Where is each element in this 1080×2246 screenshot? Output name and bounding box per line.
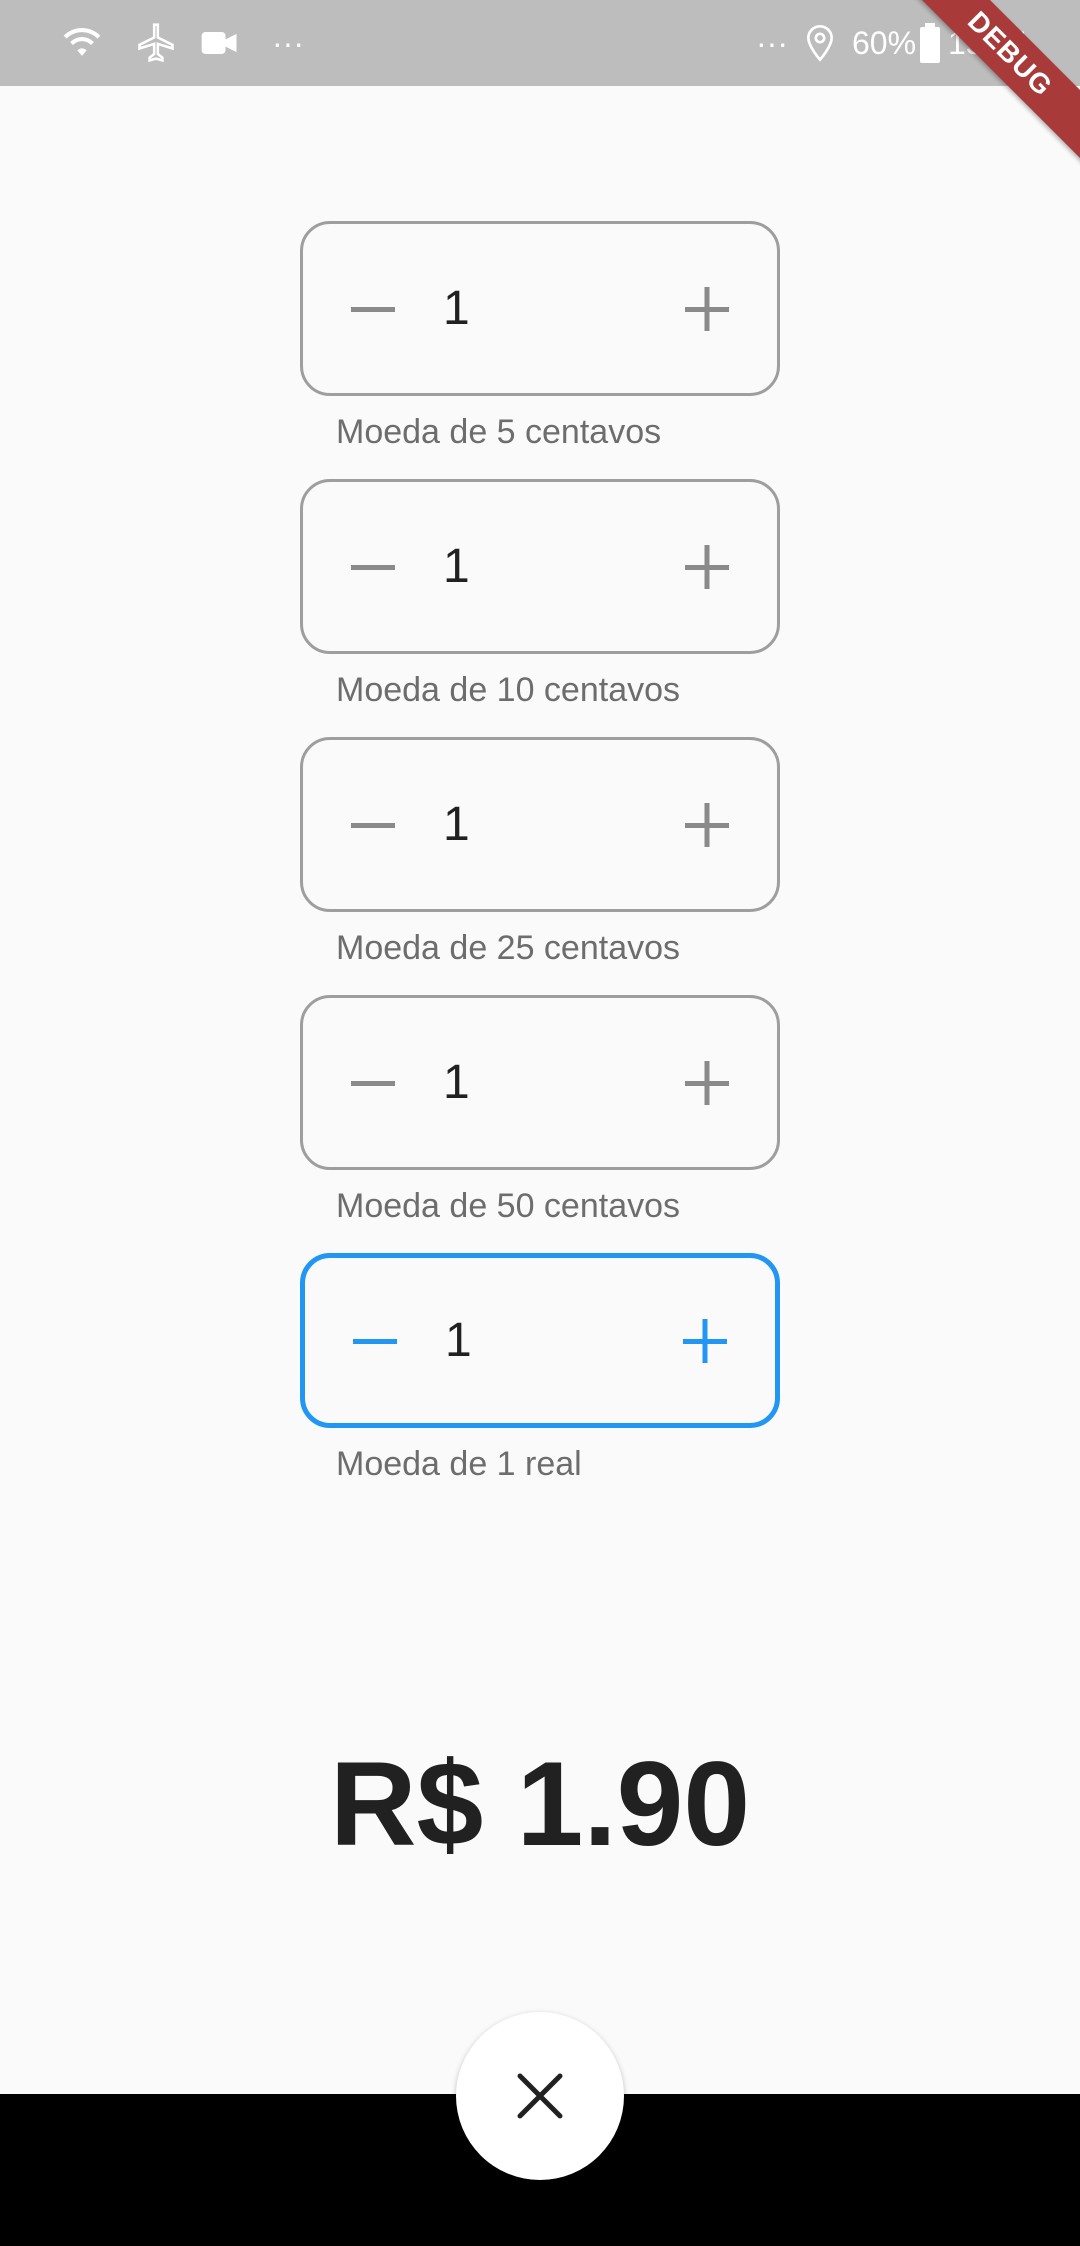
minus-icon [351, 306, 395, 312]
clear-button[interactable] [456, 2012, 624, 2180]
plus-icon [685, 544, 729, 589]
total-amount: R$ 1.90 [329, 1737, 751, 1871]
video-icon [198, 0, 242, 86]
plus-icon [685, 286, 729, 331]
quantity-stepper[interactable]: 1 [300, 479, 780, 654]
increment-button[interactable] [657, 482, 757, 651]
decrement-button[interactable] [323, 482, 423, 651]
increment-button[interactable] [657, 740, 757, 909]
more-icon: ··· [272, 24, 304, 61]
counter-label: Moeda de 25 centavos [336, 929, 681, 967]
quantity-stepper[interactable]: 1 [300, 221, 780, 396]
counter-label: Moeda de 10 centavos [336, 671, 681, 709]
plus-icon [683, 1318, 727, 1363]
quantity-stepper[interactable]: 1 [300, 995, 780, 1170]
decrement-button[interactable] [323, 998, 423, 1167]
decrement-button[interactable] [323, 740, 423, 909]
quantity-value[interactable]: 1 [443, 224, 470, 393]
increment-button[interactable] [657, 224, 757, 393]
quantity-stepper[interactable]: 1 [300, 1253, 780, 1428]
increment-button[interactable] [657, 998, 757, 1167]
minus-icon [351, 822, 395, 828]
quantity-value[interactable]: 1 [445, 1258, 472, 1423]
counter-label: Moeda de 50 centavos [336, 1187, 681, 1225]
quantity-value[interactable]: 1 [443, 740, 470, 909]
counter-label: Moeda de 1 real [336, 1445, 582, 1483]
close-icon [517, 2073, 563, 2119]
plus-icon [685, 802, 729, 847]
plus-icon [685, 1060, 729, 1105]
more-icon: ··· [756, 24, 788, 61]
decrement-button[interactable] [323, 224, 423, 393]
minus-icon [353, 1338, 397, 1344]
increment-button[interactable] [655, 1258, 755, 1423]
airplane-icon [134, 0, 178, 86]
status-bar: ··· ··· 60% 15:04 DEBUG [0, 0, 1080, 170]
quantity-value[interactable]: 1 [443, 998, 470, 1167]
location-icon [800, 0, 840, 86]
battery-percent: 60% [852, 24, 917, 61]
counter-label: Moeda de 5 centavos [336, 413, 662, 451]
minus-icon [351, 1080, 395, 1086]
wifi-icon [60, 0, 104, 86]
quantity-value[interactable]: 1 [443, 482, 470, 651]
quantity-stepper[interactable]: 1 [300, 737, 780, 912]
minus-icon [351, 564, 395, 570]
decrement-button[interactable] [325, 1258, 425, 1423]
